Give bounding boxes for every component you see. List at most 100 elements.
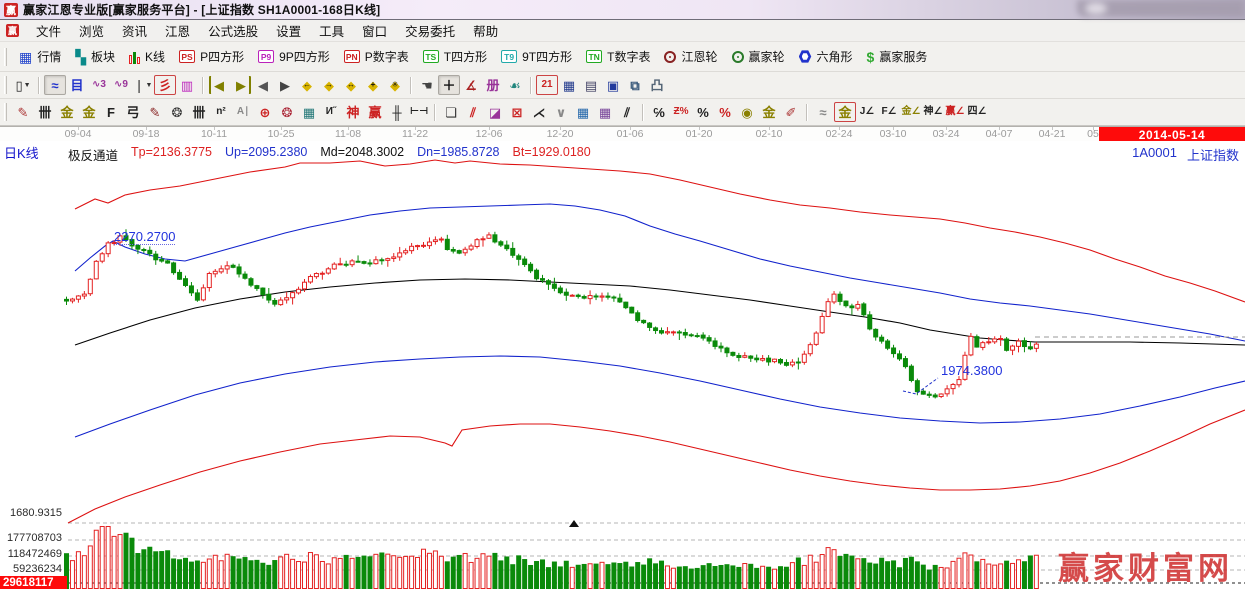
menu-item-4[interactable]: 江恩 [156, 19, 199, 42]
f-angle-icon[interactable]: F∠ [878, 102, 900, 122]
zoom-left-icon[interactable]: ◆← [296, 75, 318, 95]
crosshair-icon[interactable]: ＋ [438, 75, 460, 95]
gann-circle-icon[interactable]: ❂ [166, 102, 188, 122]
next-bar-icon[interactable]: ▶ [274, 75, 296, 95]
percent-line-icon[interactable]: % [714, 102, 736, 122]
candle-style-icon[interactable]: ▯▼ [12, 75, 34, 95]
parallel-lines-icon[interactable]: ⫽ [616, 102, 638, 122]
first-bar-icon[interactable]: ◀ [208, 75, 230, 95]
menu-item-7[interactable]: 工具 [310, 19, 353, 42]
menu-item-2[interactable]: 浏览 [70, 19, 113, 42]
winner-service-button[interactable]: $赢家服务 [860, 46, 935, 67]
a-line-icon[interactable]: A∣ [232, 102, 254, 122]
save-icon[interactable]: ▣ [602, 75, 624, 95]
histogram-icon[interactable]: ▥ [176, 75, 198, 95]
scribble-chart-icon[interactable]: ≈ [44, 75, 66, 95]
menu-item-10[interactable]: 帮助 [464, 19, 507, 42]
sectors-button[interactable]: ▚板块 [68, 46, 122, 67]
comb2-icon[interactable]: 卌 [188, 102, 210, 122]
zoom-horizontal-icon[interactable]: ◆↔ [340, 75, 362, 95]
z-percent-icon[interactable]: Ƶ% [670, 102, 692, 122]
quotes-button[interactable]: ▦行情 [12, 46, 68, 67]
calculator-icon[interactable]: ▦ [558, 75, 580, 95]
pattern-red-icon[interactable]: 彡 [154, 75, 176, 95]
circle-gold-icon[interactable]: ◉ [736, 102, 758, 122]
four-angle-icon[interactable]: 四∠ [966, 102, 988, 122]
gold-grid-icon[interactable]: 金 [56, 102, 78, 122]
ninep-square-button[interactable]: P99P四方形 [251, 46, 337, 67]
menu-item-6[interactable]: 设置 [267, 19, 310, 42]
zoom-right-icon[interactable]: ◆→ [318, 75, 340, 95]
notes-icon[interactable]: ▤ [580, 75, 602, 95]
toolbar-separator [642, 104, 644, 121]
ruler-grid-icon[interactable]: ╫ [386, 102, 408, 122]
star-wheel-icon[interactable]: ❂ [276, 102, 298, 122]
box-lines-icon[interactable]: ⊠ [506, 102, 528, 122]
j-angle-icon[interactable]: J∠ [856, 102, 878, 122]
prev-bar-icon[interactable]: ◀ [252, 75, 274, 95]
wave-9-icon[interactable]: ∿9 [110, 75, 132, 95]
percent-table-icon[interactable]: ℅ [648, 102, 670, 122]
zoom-in-icon[interactable]: ◆+ [362, 75, 384, 95]
hexagon-button[interactable]: 六角形 [792, 46, 860, 67]
v-marks-icon[interactable]: ∨ [550, 102, 572, 122]
menu-item-3[interactable]: 资讯 [113, 19, 156, 42]
zoom-all-icon-overlay: ✳ [392, 81, 399, 89]
fib-grid-icon[interactable]: F [100, 102, 122, 122]
menu-item-1[interactable]: 文件 [27, 19, 70, 42]
draw-brush-icon[interactable]: ✎ [12, 102, 34, 122]
time-comb-icon[interactable]: 卌 [34, 102, 56, 122]
square-wheel-icon[interactable]: ▦ [298, 102, 320, 122]
network-icon[interactable]: ⧉ [624, 75, 646, 95]
win-grid-icon[interactable]: 赢 [364, 102, 386, 122]
zoom-all-icon[interactable]: ◆✳ [384, 75, 406, 95]
kline-chart[interactable] [0, 141, 1245, 589]
angle-lines-icon[interactable]: ⋌ [528, 102, 550, 122]
p-square-button[interactable]: PSP四方形 [172, 46, 251, 67]
gold-box-icon[interactable]: 金 [834, 102, 856, 122]
wave-3-icon[interactable]: ∿3 [88, 75, 110, 95]
win-angle-icon[interactable]: 赢∠ [944, 102, 966, 122]
menu-item-9[interactable]: 交易委托 [396, 19, 464, 42]
waves-icon[interactable]: ≈ [812, 102, 834, 122]
calendar-icon[interactable]: 21 [536, 75, 558, 95]
percent-icon[interactable]: % [692, 102, 714, 122]
segments-icon[interactable]: И˝ [320, 102, 342, 122]
t-number-table-button[interactable]: TNT数字表 [579, 46, 657, 67]
grid-target2-icon[interactable]: ▦ [594, 102, 616, 122]
gann-shape-icon[interactable]: 册 [482, 75, 504, 95]
ninet-square-button[interactable]: T99T四方形 [494, 46, 579, 67]
spiral-tool-icon[interactable]: ☙ [504, 75, 526, 95]
info-list-icon[interactable]: 目 [66, 75, 88, 95]
gann-wheel-button[interactable]: 江恩轮 [657, 46, 724, 67]
gold-line-icon[interactable]: 金 [758, 102, 780, 122]
n-square-grid-icon[interactable]: n² [210, 102, 232, 122]
menu-item-5[interactable]: 公式选股 [199, 19, 267, 42]
t-square-button[interactable]: TST四方形 [416, 46, 494, 67]
winner-wheel-button[interactable]: 赢家轮 [725, 46, 792, 67]
bar-style-icon[interactable]: ❘▼ [132, 75, 154, 95]
app-logo-icon: 赢 [4, 3, 18, 17]
bow-grid-icon[interactable]: 弓 [122, 102, 144, 122]
computer-icon[interactable]: 凸 [646, 75, 668, 95]
shen-grid-icon[interactable]: 神 [342, 102, 364, 122]
last-bar-icon[interactable]: ▶ [230, 75, 252, 95]
hand-tool-icon[interactable]: ☚ [416, 75, 438, 95]
gann-toolbar: ✎卌金金F弓✎❂卌n²A∣⊕❂▦И˝神赢╫⊢⊣❏⫽◪⊠⋌∨▦▦⫽℅Ƶ%%%◉金✐… [0, 99, 1245, 126]
angle-tool-icon[interactable]: ∡ [460, 75, 482, 95]
kline-button[interactable]: K线 [122, 46, 172, 67]
fan-box-icon[interactable]: ◪ [484, 102, 506, 122]
grid-target-icon[interactable]: ▦ [572, 102, 594, 122]
rect-select-icon[interactable]: ❏ [440, 102, 462, 122]
gold-grid2-icon[interactable]: 金 [78, 102, 100, 122]
window-titlebar[interactable]: 赢 赢家江恩专业版[赢家服务平台] - [上证指数 SH1A0001-168日K… [0, 0, 1245, 20]
fan-lines-icon[interactable]: ⫽ [462, 102, 484, 122]
shen-angle-icon[interactable]: 神∠ [922, 102, 944, 122]
p-number-table-button[interactable]: PNP数字表 [337, 46, 416, 67]
brush2-icon[interactable]: ✐ [780, 102, 802, 122]
brush-grid-icon[interactable]: ✎ [144, 102, 166, 122]
gold-angle-icon[interactable]: 金∠ [900, 102, 922, 122]
circle-cross-icon[interactable]: ⊕ [254, 102, 276, 122]
menu-item-8[interactable]: 窗口 [353, 19, 396, 42]
width-measure-icon[interactable]: ⊢⊣ [408, 102, 430, 122]
